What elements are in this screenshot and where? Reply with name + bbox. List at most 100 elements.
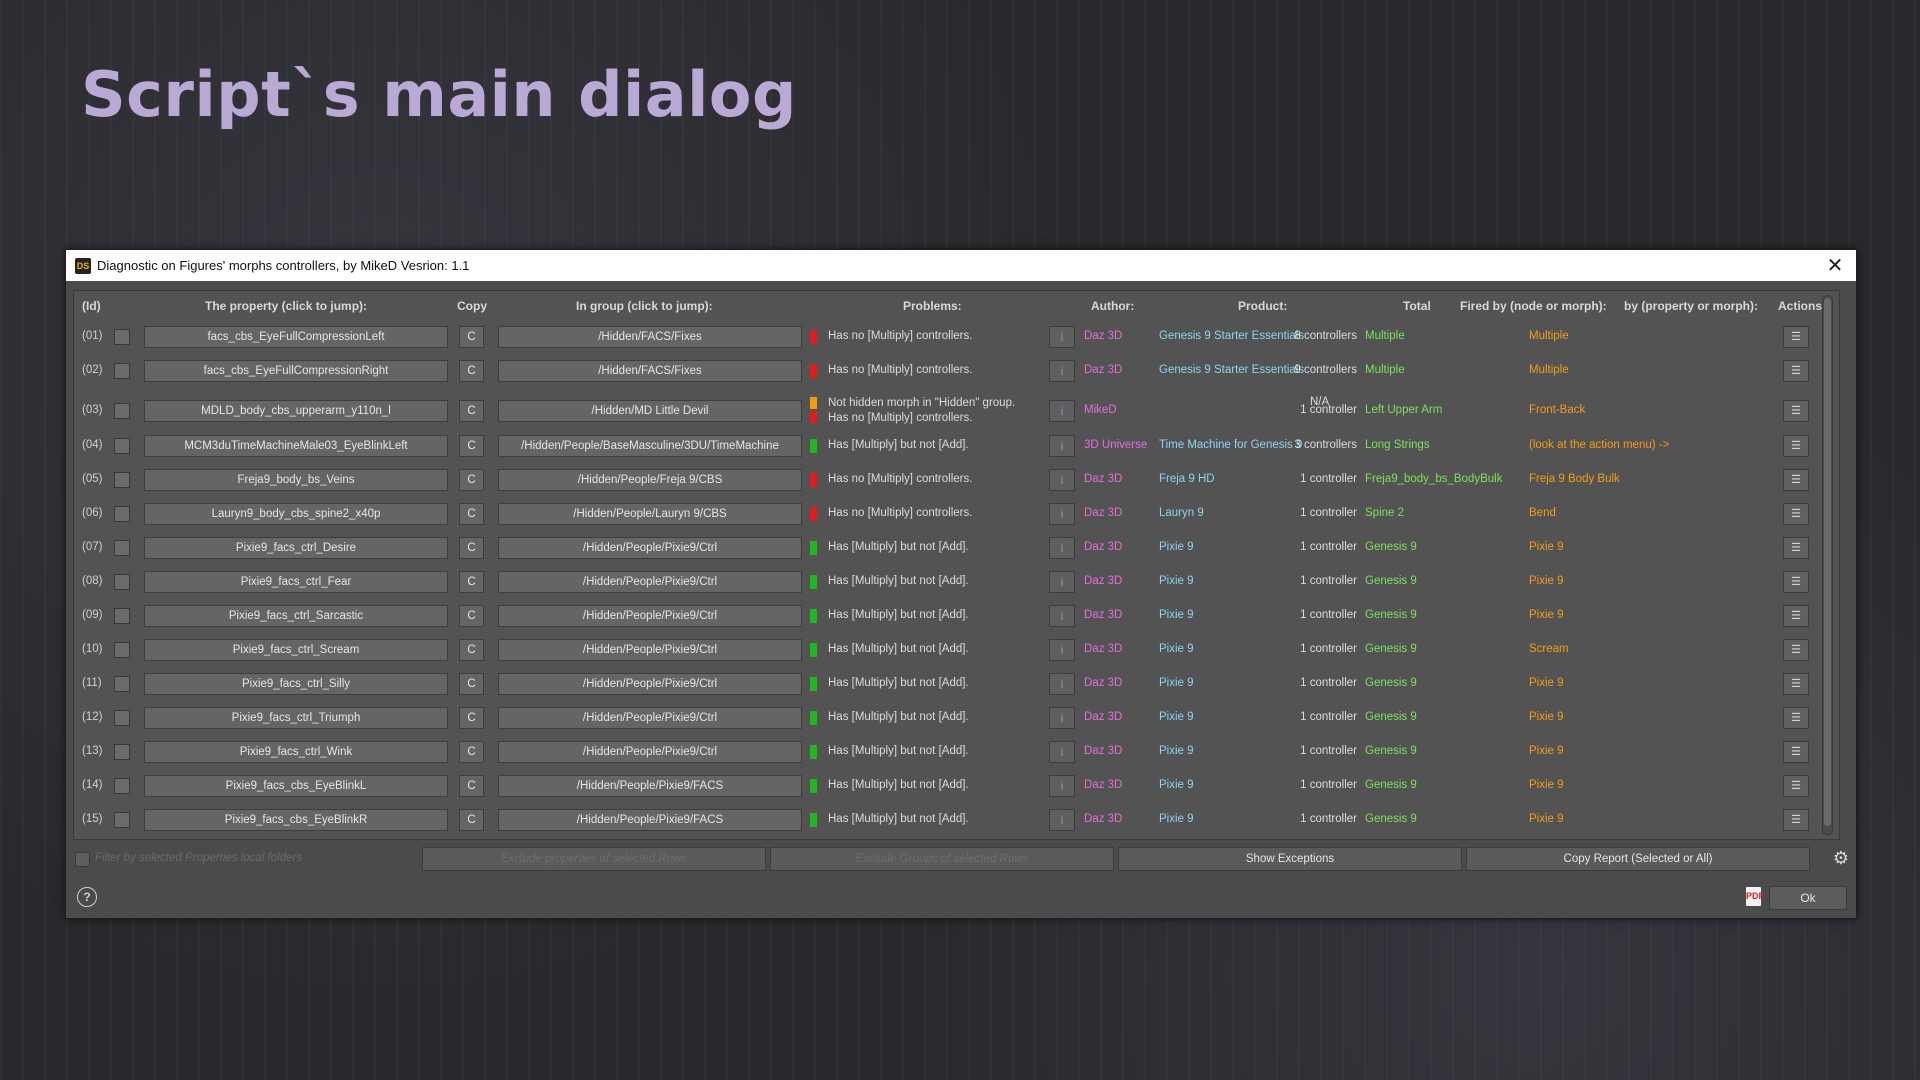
copy-button[interactable]: C: [459, 400, 484, 422]
table-row[interactable]: (12) Pixie9_facs_ctrl_Triumph C/Hidden/Peo…: [74, 707, 1839, 729]
group-link-button[interactable]: /Hidden/MD Little Devil: [498, 400, 802, 422]
group-link-button[interactable]: /Hidden/People/Pixie9/Ctrl: [498, 707, 802, 729]
list-icon[interactable]: ☰: [1783, 673, 1809, 695]
property-link-button[interactable]: Pixie9_facs_ctrl_Silly: [144, 673, 448, 695]
property-link-button[interactable]: facs_cbs_EyeFullCompressionRight: [144, 360, 448, 382]
info-icon[interactable]: i: [1049, 571, 1075, 593]
property-link-button[interactable]: Pixie9_facs_ctrl_Fear: [144, 571, 448, 593]
info-icon[interactable]: i: [1049, 673, 1075, 695]
property-link-button[interactable]: MCM3duTimeMachineMale03_EyeBlinkLeft: [144, 435, 448, 457]
help-icon[interactable]: ?: [77, 887, 97, 907]
table-row[interactable]: (10) Pixie9_facs_ctrl_Scream C/Hidden/Peop…: [74, 639, 1839, 661]
group-link-button[interactable]: /Hidden/People/Pixie9/Ctrl: [498, 673, 802, 695]
list-icon[interactable]: ☰: [1783, 605, 1809, 627]
pdf-icon[interactable]: PDF: [1746, 887, 1764, 906]
group-link-button[interactable]: /Hidden/People/Pixie9/Ctrl: [498, 605, 802, 627]
group-link-button[interactable]: /Hidden/FACS/Fixes: [498, 360, 802, 382]
table-row[interactable]: (04) MCM3duTimeMachineMale03_EyeBlinkLeft…: [74, 435, 1839, 457]
group-link-button[interactable]: /Hidden/People/Pixie9/FACS: [498, 775, 802, 797]
table-row[interactable]: (11) Pixie9_facs_ctrl_Silly C/Hidden/Peopl…: [74, 673, 1839, 695]
group-link-button[interactable]: /Hidden/People/Pixie9/Ctrl: [498, 741, 802, 763]
row-select-checkbox[interactable]: [114, 506, 130, 522]
row-select-checkbox[interactable]: [114, 676, 130, 692]
list-icon[interactable]: ☰: [1783, 435, 1809, 457]
row-select-checkbox[interactable]: [114, 778, 130, 794]
copy-button[interactable]: C: [459, 326, 484, 348]
table-row[interactable]: (05) Freja9_body_bs_Veins C/Hidden/People/…: [74, 469, 1839, 491]
row-select-checkbox[interactable]: [114, 472, 130, 488]
group-link-button[interactable]: /Hidden/People/Freja 9/CBS: [498, 469, 802, 491]
table-row[interactable]: (03) MDLD_body_cbs_upperarm_y110n_l C/Hidd…: [74, 396, 1839, 426]
copy-button[interactable]: C: [459, 469, 484, 491]
info-icon[interactable]: i: [1049, 326, 1075, 348]
list-icon[interactable]: ☰: [1783, 326, 1809, 348]
property-link-button[interactable]: facs_cbs_EyeFullCompressionLeft: [144, 326, 448, 348]
filter-checkbox[interactable]: [75, 852, 90, 867]
exclude-properties-button[interactable]: Exclude properties of selected Rows: [422, 847, 766, 871]
row-select-checkbox[interactable]: [114, 403, 130, 419]
property-link-button[interactable]: Pixie9_facs_ctrl_Desire: [144, 537, 448, 559]
vertical-scrollbar[interactable]: [1822, 295, 1833, 835]
table-row[interactable]: (02) facs_cbs_EyeFullCompressionRight C/Hi…: [74, 360, 1839, 382]
copy-button[interactable]: C: [459, 639, 484, 661]
show-exceptions-button[interactable]: Show Exceptions: [1118, 847, 1462, 871]
property-link-button[interactable]: MDLD_body_cbs_upperarm_y110n_l: [144, 400, 448, 422]
copy-button[interactable]: C: [459, 673, 484, 695]
group-link-button[interactable]: /Hidden/People/Lauryn 9/CBS: [498, 503, 802, 525]
ok-button[interactable]: Ok: [1769, 886, 1847, 910]
copy-button[interactable]: C: [459, 435, 484, 457]
table-row[interactable]: (14) Pixie9_facs_cbs_EyeBlinkL C/Hidden/Pe…: [74, 775, 1839, 797]
row-select-checkbox[interactable]: [114, 812, 130, 828]
info-icon[interactable]: i: [1049, 503, 1075, 525]
row-select-checkbox[interactable]: [114, 363, 130, 379]
property-link-button[interactable]: Freja9_body_bs_Veins: [144, 469, 448, 491]
property-link-button[interactable]: Pixie9_facs_cbs_EyeBlinkL: [144, 775, 448, 797]
property-link-button[interactable]: Lauryn9_body_cbs_spine2_x40p: [144, 503, 448, 525]
copy-button[interactable]: C: [459, 775, 484, 797]
property-link-button[interactable]: Pixie9_facs_ctrl_Scream: [144, 639, 448, 661]
table-row[interactable]: (13) Pixie9_facs_ctrl_Wink C/Hidden/People…: [74, 741, 1839, 763]
list-icon[interactable]: ☰: [1783, 639, 1809, 661]
copy-button[interactable]: C: [459, 571, 484, 593]
list-icon[interactable]: ☰: [1783, 469, 1809, 491]
list-icon[interactable]: ☰: [1783, 775, 1809, 797]
copy-button[interactable]: C: [459, 605, 484, 627]
info-icon[interactable]: i: [1049, 639, 1075, 661]
row-select-checkbox[interactable]: [114, 642, 130, 658]
info-icon[interactable]: i: [1049, 605, 1075, 627]
exclude-groups-button[interactable]: Exclude Groups of selected Rows: [770, 847, 1114, 871]
gear-icon[interactable]: ⚙: [1831, 848, 1851, 868]
copy-button[interactable]: C: [459, 809, 484, 831]
group-link-button[interactable]: /Hidden/People/Pixie9/Ctrl: [498, 571, 802, 593]
property-link-button[interactable]: Pixie9_facs_ctrl_Triumph: [144, 707, 448, 729]
list-icon[interactable]: ☰: [1783, 707, 1809, 729]
table-row[interactable]: (08) Pixie9_facs_ctrl_Fear C/Hidden/People…: [74, 571, 1839, 593]
copy-button[interactable]: C: [459, 503, 484, 525]
row-select-checkbox[interactable]: [114, 710, 130, 726]
scrollbar-thumb[interactable]: [1824, 298, 1831, 826]
info-icon[interactable]: i: [1049, 537, 1075, 559]
list-icon[interactable]: ☰: [1783, 741, 1809, 763]
table-row[interactable]: (09) Pixie9_facs_ctrl_Sarcastic C/Hidden/P…: [74, 605, 1839, 627]
row-select-checkbox[interactable]: [114, 744, 130, 760]
group-link-button[interactable]: /Hidden/FACS/Fixes: [498, 326, 802, 348]
info-icon[interactable]: i: [1049, 707, 1075, 729]
copy-button[interactable]: C: [459, 360, 484, 382]
info-icon[interactable]: i: [1049, 400, 1075, 422]
group-link-button[interactable]: /Hidden/People/BaseMasculine/3DU/TimeMac…: [498, 435, 802, 457]
group-link-button[interactable]: /Hidden/People/Pixie9/Ctrl: [498, 537, 802, 559]
row-select-checkbox[interactable]: [114, 574, 130, 590]
table-row[interactable]: (07) Pixie9_facs_ctrl_Desire C/Hidden/Peop…: [74, 537, 1839, 559]
property-link-button[interactable]: Pixie9_facs_cbs_EyeBlinkR: [144, 809, 448, 831]
row-select-checkbox[interactable]: [114, 438, 130, 454]
info-icon[interactable]: i: [1049, 360, 1075, 382]
property-link-button[interactable]: Pixie9_facs_ctrl_Sarcastic: [144, 605, 448, 627]
row-select-checkbox[interactable]: [114, 329, 130, 345]
list-icon[interactable]: ☰: [1783, 503, 1809, 525]
row-select-checkbox[interactable]: [114, 608, 130, 624]
group-link-button[interactable]: /Hidden/People/Pixie9/FACS: [498, 809, 802, 831]
list-icon[interactable]: ☰: [1783, 360, 1809, 382]
property-link-button[interactable]: Pixie9_facs_ctrl_Wink: [144, 741, 448, 763]
list-icon[interactable]: ☰: [1783, 400, 1809, 422]
copy-button[interactable]: C: [459, 707, 484, 729]
